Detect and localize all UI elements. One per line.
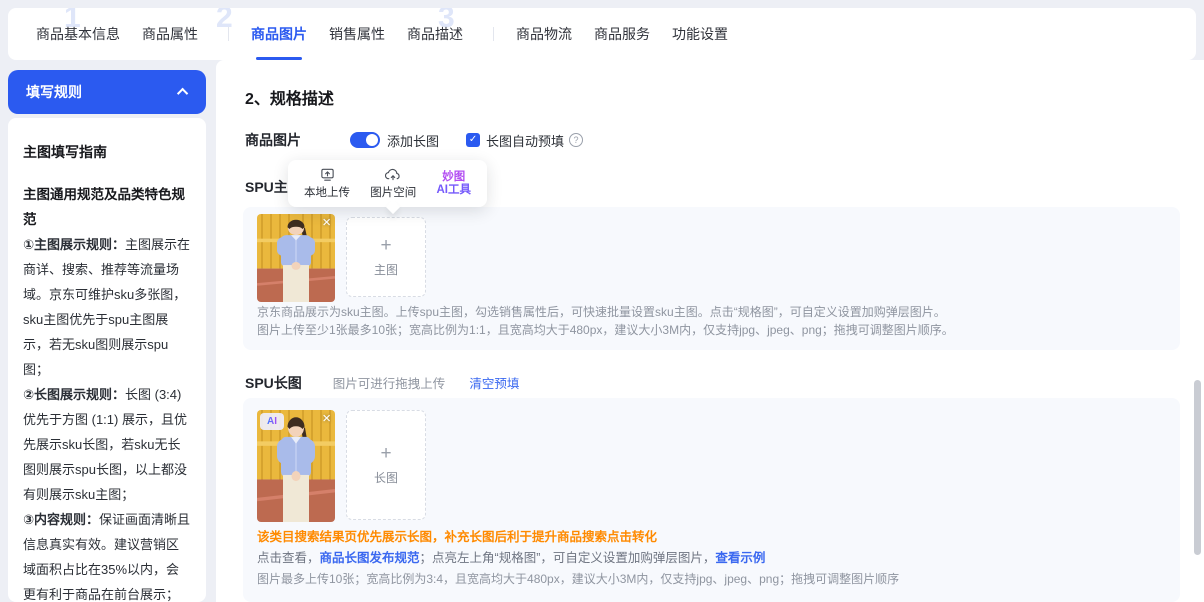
menu-item-local-upload[interactable]: 本地上传 [304,167,350,200]
long-image-links-line: 点击查看，商品长图发布规范；点亮左上角“规格图”，可自定义设置加购弹层图片，查看… [257,549,765,567]
long-image-rules-link[interactable]: 商品长图发布规范 [320,551,420,565]
spu-main-image-help-text: 京东商品展示为sku主图。上传spu主图，勾选销售属性后，可快速批量设置sku主… [257,303,954,339]
add-long-image-toggle[interactable] [350,132,380,148]
help-circle-icon[interactable]: ? [569,133,583,147]
fill-rules-title: 填写规则 [26,82,82,102]
main-image-upload-box[interactable]: + 主图 [346,217,426,297]
fill-rules-panel: 主图填写指南 主图通用规范及品类特色规范 ①主图展示规则：主图展示在商详、搜索、… [8,118,206,602]
local-upload-icon [320,167,335,182]
close-icon[interactable]: × [322,214,331,232]
long-image-warning-text: 该类目搜索结果页优先展示长图，补充长图后利于提升商品搜索点击转化 [257,526,657,545]
ai-generated-badge: AI [260,413,284,430]
tab-group-divider [228,27,229,41]
clear-prefill-link[interactable]: 清空预填 [469,373,519,392]
tab-product-attributes[interactable]: 商品属性 [142,8,198,60]
upload-box-label: 长图 [374,469,398,486]
main-image-guide-title: 主图填写指南 [23,142,191,162]
tab-product-services[interactable]: 商品服务 [594,8,650,60]
menu-item-image-space[interactable]: 图片空间 [370,167,416,200]
product-long-image-thumbnail[interactable]: AI × [257,410,335,522]
drag-upload-hint: 图片可进行拖拽上传 [333,373,446,392]
long-image-help-text: 图片最多上传10张；宽高比例为3:4，且宽高均大于480px，建议大小3M内，仅… [257,570,899,588]
upload-box-label: 主图 [374,261,398,278]
toggle-knob [366,134,378,146]
tab-basic-info[interactable]: 商品基本信息 [36,8,120,60]
rule-content: ③内容规则：保证画面清晰且信息真实有效。建议营销区域面积占比在35%以内，会更有… [23,507,191,602]
product-image-controls-row: 商品图片 添加长图 ✓ 长图自动预填 ? [245,130,583,150]
plus-icon: + [380,444,391,464]
tab-product-description[interactable]: 商品描述 [407,8,463,60]
section-title: 2、规格描述 [245,85,334,109]
menu-item-miaotu-ai-tool[interactable]: 妙图 AI工具 [437,171,472,197]
long-image-autofill-checkbox[interactable]: ✓ [466,133,480,147]
chevron-up-icon [177,88,188,99]
fill-rules-collapse-header[interactable]: 填写规则 [8,70,206,114]
spu-long-image-label: SPU长图 [245,373,302,393]
close-icon[interactable]: × [322,410,331,428]
product-image-thumbnail[interactable]: × [257,214,335,302]
main-image-spec-title: 主图通用规范及品类特色规范 [23,182,191,232]
top-tab-bar: 1 2 3 商品基本信息 商品属性 商品图片 销售属性 商品描述 商品物流 商品… [8,8,1196,60]
long-image-autofill-label: 长图自动预填 [486,131,564,150]
view-example-link[interactable]: 查看示例 [715,551,765,565]
image-space-icon [385,167,401,182]
spu-main-image-panel: × + 主图 京东商品展示为sku主图。上传spu主图，勾选销售属性后，可快速批… [243,207,1180,350]
vertical-scrollbar-thumb[interactable] [1194,380,1201,555]
tab-product-logistics[interactable]: 商品物流 [516,8,572,60]
upload-options-popover: 本地上传 图片空间 妙图 AI工具 [288,160,487,207]
spu-long-image-panel: AI × + 长图 该类目搜索结果页优先展示长图，补充长图后利于提升商品搜索点击… [243,398,1180,602]
spu-long-image-row: SPU长图 图片可进行拖拽上传 清空预填 [245,373,519,393]
tab-sales-attributes[interactable]: 销售属性 [329,8,385,60]
add-long-image-label: 添加长图 [387,131,439,150]
rule-main-image-display: ①主图展示规则：主图展示在商详、搜索、推荐等流量场域。京东可维护sku多张图，s… [23,232,191,382]
product-image-label: 商品图片 [245,130,301,150]
tab-product-images[interactable]: 商品图片 [251,8,307,60]
tab-list: 商品基本信息 商品属性 商品图片 销售属性 商品描述 商品物流 商品服务 功能设… [8,8,1196,60]
spec-description-section: 2、规格描述 商品图片 添加长图 ✓ 长图自动预填 ? SPU主图 [216,60,1204,602]
plus-icon: + [380,236,391,256]
rule-long-image-display: ②长图展示规则：长图 (3:4) 优先于方图 (1:1) 展示，且优先展示sku… [23,382,191,507]
tab-group-divider [493,27,494,41]
long-image-upload-box[interactable]: + 长图 [346,410,426,520]
tab-feature-settings[interactable]: 功能设置 [672,8,728,60]
